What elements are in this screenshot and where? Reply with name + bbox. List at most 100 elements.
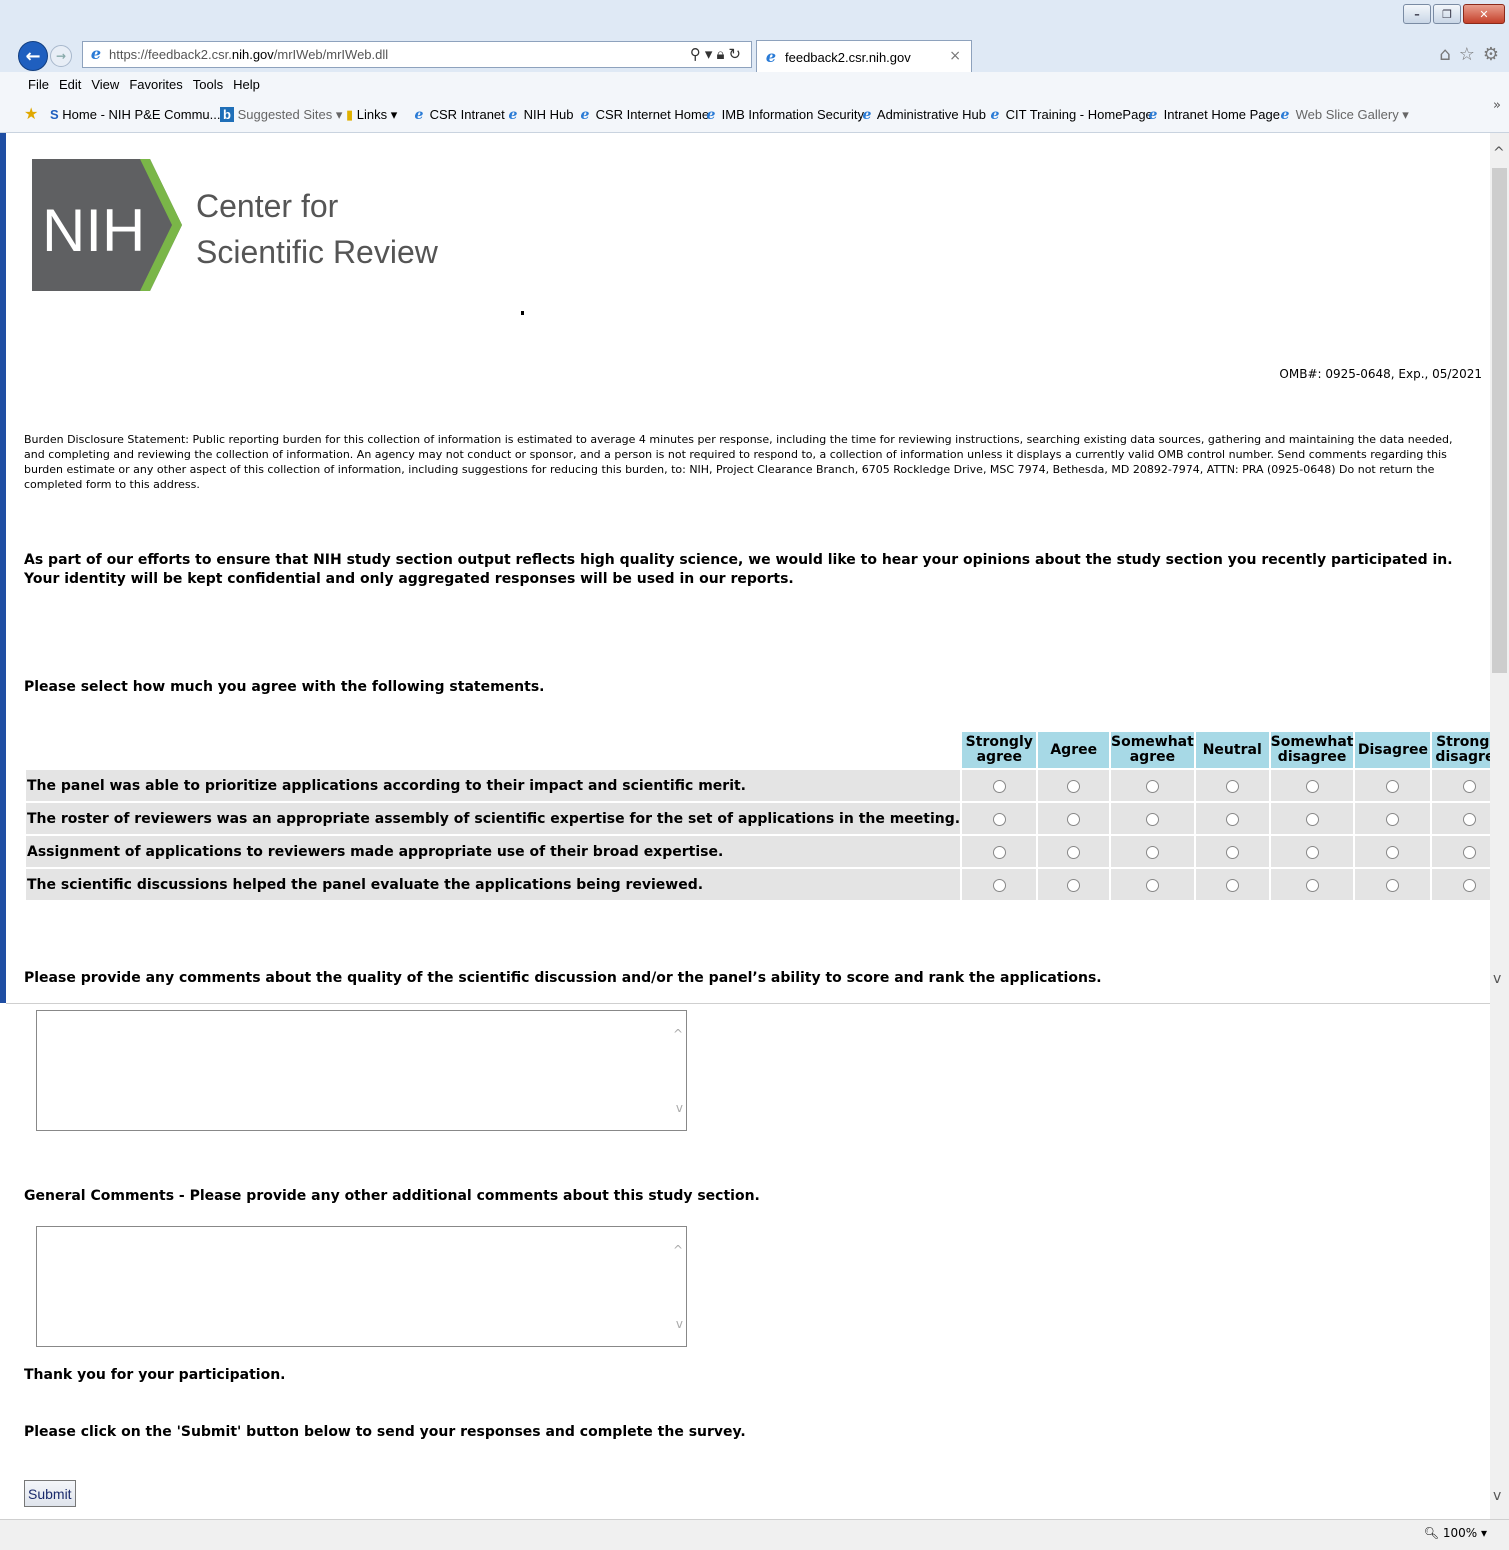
radio-button[interactable] <box>1225 813 1239 826</box>
tab-title: feedback2.csr.nih.gov <box>785 50 911 65</box>
menu-help[interactable]: Help <box>233 77 260 92</box>
lock-icon[interactable]: 🔒︎ <box>716 45 728 63</box>
header-blank <box>26 732 960 768</box>
vertical-scrollbar[interactable]: ^ v v <box>1490 133 1509 1519</box>
minimize-button[interactable]: – <box>1403 4 1431 24</box>
submit-button[interactable]: Submit <box>24 1480 76 1507</box>
scroll-up-arrow-icon[interactable]: ^ <box>1493 145 1505 161</box>
browser-tab[interactable]: e feedback2.csr.nih.gov × <box>756 40 972 72</box>
radio-button[interactable] <box>1386 846 1400 859</box>
fav-cit-training[interactable]: e CIT Training - HomePage <box>988 107 1153 123</box>
ie-icon: e <box>508 107 518 123</box>
table-row: Assignment of applications to reviewers … <box>26 836 1507 867</box>
ie-icon: e <box>1280 107 1290 123</box>
radio-button[interactable] <box>1225 879 1239 892</box>
scroll-up-icon[interactable]: ^ <box>673 1243 683 1257</box>
menu-file[interactable]: File <box>28 77 49 92</box>
fav-csr-intranet[interactable]: e CSR Intranet <box>412 107 505 123</box>
radio-button[interactable] <box>1145 780 1159 793</box>
radio-button[interactable] <box>1463 813 1477 826</box>
menu-tools[interactable]: Tools <box>193 77 223 92</box>
address-bar[interactable]: e https://feedback2.csr.nih.gov/mrIWeb/m… <box>82 41 752 68</box>
table-row: The roster of reviewers was an appropria… <box>26 803 1507 834</box>
scroll-down-arrow-icon[interactable]: v <box>1493 971 1501 987</box>
radio-button[interactable] <box>1225 846 1239 859</box>
fav-home-nih[interactable]: S Home - NIH P&E Commu... <box>50 107 221 122</box>
radio-button[interactable] <box>1463 846 1477 859</box>
settings-gear-icon[interactable]: ⚙ <box>1483 44 1499 65</box>
dropdown-icon[interactable]: ▾ <box>705 45 717 63</box>
scroll-up-icon[interactable]: ^ <box>673 1027 683 1041</box>
menu-view[interactable]: View <box>91 77 119 92</box>
fav-administrative-hub[interactable]: e Administrative Hub <box>860 107 986 123</box>
radio-button[interactable] <box>1305 879 1319 892</box>
address-url[interactable]: https://feedback2.csr.nih.gov/mrIWeb/mrI… <box>109 47 388 62</box>
fav-web-slice-gallery[interactable]: e Web Slice Gallery ▾ <box>1278 107 1409 123</box>
ie-icon: e <box>990 107 1000 123</box>
fav-nih-hub[interactable]: e NIH Hub <box>506 107 574 123</box>
radio-button[interactable] <box>1305 813 1319 826</box>
forward-button[interactable]: → <box>50 45 72 67</box>
radio-button[interactable] <box>1386 879 1400 892</box>
radio-button[interactable] <box>1463 879 1477 892</box>
radio-button[interactable] <box>1386 813 1400 826</box>
radio-button[interactable] <box>1067 813 1081 826</box>
address-tools[interactable]: ⚲▾🔒︎↻ <box>690 45 745 63</box>
col-somewhat-disagree: Somewhat disagree <box>1270 732 1354 768</box>
radio-button[interactable] <box>1067 846 1081 859</box>
stray-dot <box>521 311 524 315</box>
general-comments-textarea[interactable]: ^ v <box>36 1226 687 1347</box>
menu-favorites[interactable]: Favorites <box>129 77 182 92</box>
fav-links[interactable]: ▮ Links ▾ <box>346 107 397 123</box>
fav-suggested-sites[interactable]: b Suggested Sites ▾ <box>220 107 342 123</box>
menu-edit[interactable]: Edit <box>59 77 81 92</box>
home-icon[interactable]: ⌂ <box>1439 44 1450 65</box>
radio-button[interactable] <box>1305 846 1319 859</box>
question-general-comments: General Comments - Please provide any ot… <box>24 1188 760 1204</box>
ie-page-icon: e <box>90 44 102 63</box>
radio-button[interactable] <box>1145 879 1159 892</box>
scroll-thumb[interactable] <box>1492 168 1507 673</box>
left-accent-bar <box>0 133 6 1003</box>
radio-button[interactable] <box>1386 780 1400 793</box>
ie-icon: e <box>580 107 590 123</box>
radio-button[interactable] <box>992 879 1006 892</box>
discussion-comments-textarea[interactable]: ^ v <box>36 1010 687 1131</box>
col-disagree: Disagree <box>1355 732 1431 768</box>
scroll-down-icon[interactable]: v <box>676 1317 683 1331</box>
radio-button[interactable] <box>992 846 1006 859</box>
status-bar: 🔍︎ 100% ▾ <box>0 1519 1509 1550</box>
zoom-control[interactable]: 🔍︎ 100% ▾ <box>1424 1526 1487 1540</box>
favorites-star-icon[interactable]: ★ <box>24 104 38 124</box>
close-window-button[interactable]: ✕ <box>1463 4 1505 24</box>
logo-mark-text: NIH <box>42 197 145 264</box>
ie-icon: e <box>1148 107 1158 123</box>
radio-button[interactable] <box>1145 846 1159 859</box>
scroll-down-arrow-icon[interactable]: v <box>1493 1488 1501 1504</box>
favorites-star-icon[interactable]: ☆ <box>1459 44 1475 65</box>
statement-label: The panel was able to prioritize applica… <box>26 770 961 801</box>
tab-close-icon[interactable]: × <box>949 48 961 64</box>
radio-button[interactable] <box>992 813 1006 826</box>
radio-button[interactable] <box>1463 780 1477 793</box>
search-icon[interactable]: ⚲ <box>690 45 705 63</box>
radio-button[interactable] <box>1305 780 1319 793</box>
radio-button[interactable] <box>992 780 1006 793</box>
back-button[interactable]: ← <box>18 41 48 71</box>
fav-csr-internet-home[interactable]: e CSR Internet Home <box>578 107 710 123</box>
radio-button[interactable] <box>1145 813 1159 826</box>
fav-imb-info-security[interactable]: e IMB Information Security <box>704 107 864 123</box>
omb-number: OMB#: 0925-0648, Exp., 05/2021 <box>1279 367 1482 381</box>
window-titlebar: – ❐ ✕ <box>0 0 1509 38</box>
radio-button[interactable] <box>1067 780 1081 793</box>
restore-button[interactable]: ❐ <box>1433 4 1461 24</box>
scroll-down-icon[interactable]: v <box>676 1101 683 1115</box>
fav-intranet-home[interactable]: e Intranet Home Page <box>1146 107 1280 123</box>
col-agree: Agree <box>1038 732 1109 768</box>
radio-button[interactable] <box>1225 780 1239 793</box>
submit-instruction: Please click on the 'Submit' button belo… <box>24 1424 746 1440</box>
statement-label: The roster of reviewers was an appropria… <box>26 803 961 834</box>
chevron-more-icon[interactable]: » <box>1493 98 1501 113</box>
radio-button[interactable] <box>1067 879 1081 892</box>
refresh-icon[interactable]: ↻ <box>728 45 745 63</box>
